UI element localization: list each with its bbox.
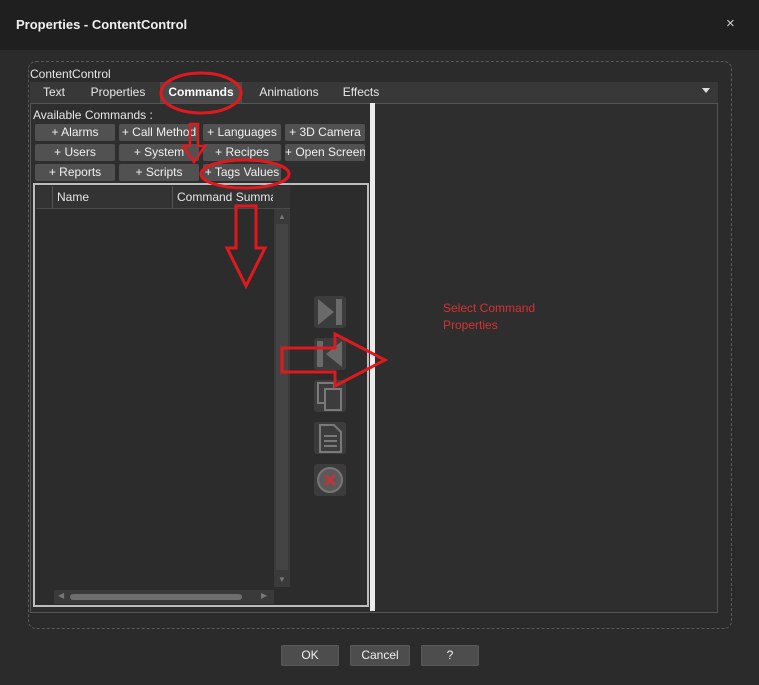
- placeholder-line-2: Properties: [443, 318, 498, 332]
- column-separator: [52, 186, 53, 208]
- add-users-button[interactable]: + Users: [35, 144, 115, 161]
- add-alarms-button[interactable]: + Alarms: [35, 124, 115, 141]
- ok-button[interactable]: OK: [281, 645, 339, 666]
- select-command-placeholder: Select Command Properties: [443, 300, 535, 334]
- close-icon[interactable]: ×: [726, 15, 735, 32]
- column-separator: [172, 186, 173, 208]
- add-scripts-button[interactable]: + Scripts: [119, 164, 199, 181]
- scroll-down-icon[interactable]: ▼: [278, 575, 286, 584]
- column-header-name[interactable]: Name: [57, 190, 167, 204]
- tab-properties[interactable]: Properties: [80, 82, 156, 103]
- paste-icon[interactable]: [314, 422, 346, 454]
- move-last-icon[interactable]: [314, 296, 346, 328]
- column-header-command-summary[interactable]: Command Summary: [177, 190, 273, 204]
- move-first-icon[interactable]: [314, 338, 346, 370]
- tab-commands[interactable]: Commands: [160, 82, 242, 103]
- available-commands-label: Available Commands :: [33, 108, 153, 122]
- tab-effects[interactable]: Effects: [334, 82, 388, 103]
- delete-icon[interactable]: [314, 464, 346, 496]
- tab-overflow-chevron-icon[interactable]: [702, 88, 710, 93]
- cancel-button[interactable]: Cancel: [350, 645, 410, 666]
- placeholder-line-1: Select Command: [443, 301, 536, 315]
- add-system-button[interactable]: + System: [119, 144, 199, 161]
- horizontal-scroll-thumb[interactable]: [70, 594, 242, 600]
- scroll-up-icon[interactable]: ▲: [278, 212, 286, 221]
- scroll-right-icon[interactable]: ▶: [261, 591, 267, 600]
- add-recipes-button[interactable]: + Recipes: [203, 144, 281, 161]
- tab-animations[interactable]: Animations: [248, 82, 330, 103]
- add-call-method-button[interactable]: + Call Method: [119, 124, 199, 141]
- add-3d-camera-button[interactable]: + 3D Camera: [285, 124, 365, 141]
- add-open-screen-button[interactable]: + Open Screen: [285, 144, 365, 161]
- tab-text[interactable]: Text: [32, 82, 76, 103]
- group-label: ContentControl: [30, 67, 111, 81]
- vertical-scroll-thumb[interactable]: [276, 224, 288, 570]
- add-tags-values-button[interactable]: + Tags Values: [203, 164, 281, 181]
- scroll-left-icon[interactable]: ◀: [58, 591, 64, 600]
- help-button[interactable]: ?: [421, 645, 479, 666]
- add-reports-button[interactable]: + Reports: [35, 164, 115, 181]
- panel-splitter[interactable]: [370, 103, 375, 611]
- window-title: Properties - ContentControl: [16, 17, 188, 32]
- add-languages-button[interactable]: + Languages: [203, 124, 281, 141]
- copy-icon[interactable]: [314, 380, 346, 412]
